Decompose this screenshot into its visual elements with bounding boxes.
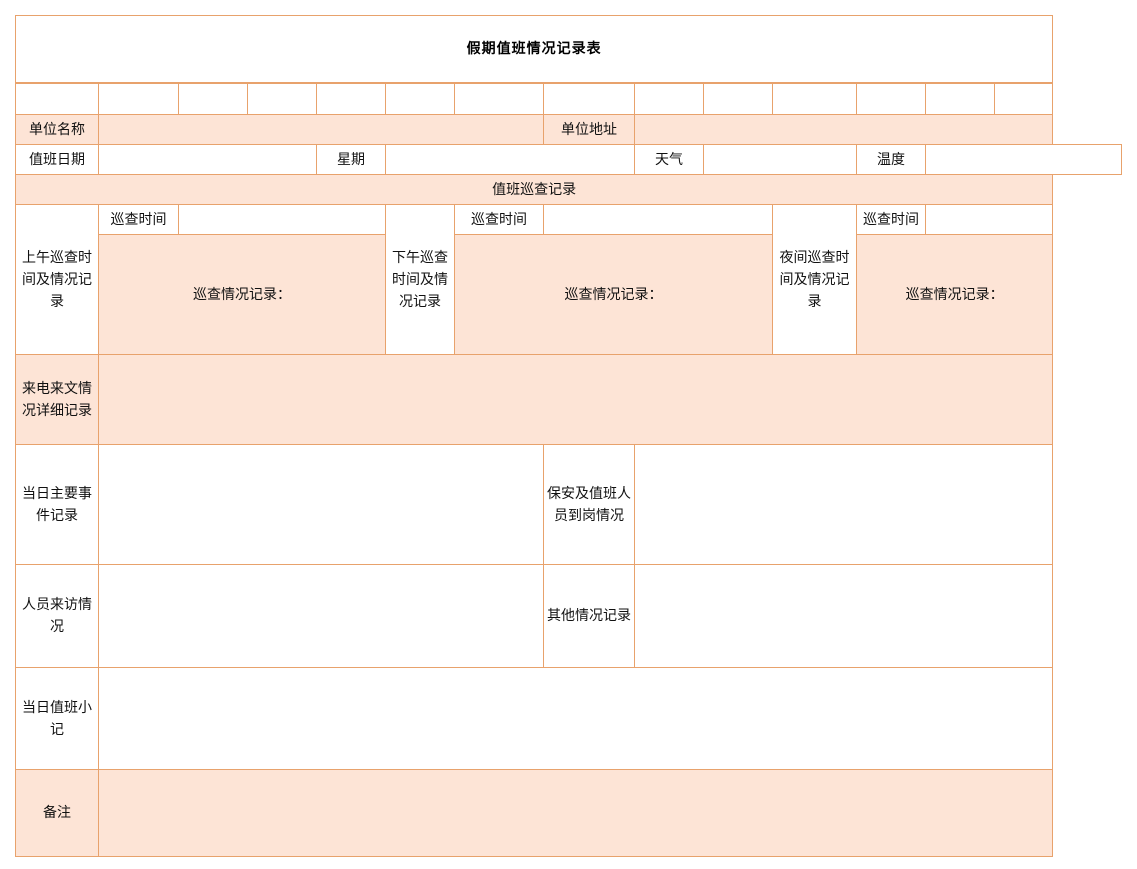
page-title: 假期值班情况记录表 xyxy=(14,15,1054,84)
weekday-field[interactable] xyxy=(385,144,635,175)
morning-patrol-time-field[interactable] xyxy=(178,204,386,235)
duty-date-label: 值班日期 xyxy=(15,144,99,175)
patrol-section-header: 值班巡查记录 xyxy=(14,174,1054,205)
empty-cell[interactable] xyxy=(178,82,248,115)
calls-docs-field[interactable] xyxy=(97,354,1054,445)
afternoon-patrol-time-label: 巡查时间 xyxy=(454,204,544,235)
temperature-field[interactable] xyxy=(925,144,1122,175)
empty-cell[interactable] xyxy=(454,82,544,115)
security-attendance-field[interactable] xyxy=(633,444,1054,565)
unit-address-field[interactable] xyxy=(633,114,1054,145)
night-patrol-time-label: 巡查时间 xyxy=(856,204,926,235)
empty-cell[interactable] xyxy=(993,82,1054,115)
other-situation-field[interactable] xyxy=(633,564,1054,668)
empty-cell[interactable] xyxy=(15,82,99,115)
afternoon-patrol-label: 下午巡查时间及情况记录 xyxy=(385,204,455,355)
duty-notes-label: 当日值班小记 xyxy=(15,667,99,770)
weekday-label: 星期 xyxy=(316,144,386,175)
visitors-label: 人员来访情况 xyxy=(15,564,99,668)
remarks-field[interactable] xyxy=(97,769,1054,857)
unit-name-label: 单位名称 xyxy=(15,114,99,145)
empty-cell[interactable] xyxy=(316,82,386,115)
empty-cell[interactable] xyxy=(634,82,704,115)
weather-label: 天气 xyxy=(634,144,704,175)
morning-patrol-time-label: 巡查时间 xyxy=(98,204,179,235)
empty-cell[interactable] xyxy=(856,82,926,115)
duty-date-field[interactable] xyxy=(98,144,317,175)
main-events-label: 当日主要事件记录 xyxy=(15,444,99,565)
empty-cell[interactable] xyxy=(98,82,179,115)
empty-cell[interactable] xyxy=(543,82,635,115)
form-table: 假期值班情况记录表 单位名称 单位地址 值班日期 星期 天气 温度 值班巡查记录… xyxy=(14,15,1122,857)
afternoon-patrol-notes[interactable]: 巡查情况记录： xyxy=(454,234,773,355)
visitors-field[interactable] xyxy=(98,564,544,668)
empty-cell[interactable] xyxy=(385,82,455,115)
calls-docs-label: 来电来文情况详细记录 xyxy=(15,354,99,445)
night-patrol-time-field[interactable] xyxy=(924,204,1054,235)
morning-patrol-notes[interactable]: 巡查情况记录： xyxy=(98,234,386,355)
temperature-label: 温度 xyxy=(856,144,926,175)
empty-cell[interactable] xyxy=(925,82,995,115)
main-events-field[interactable] xyxy=(98,444,544,565)
unit-address-label: 单位地址 xyxy=(543,114,635,145)
other-situation-label: 其他情况记录 xyxy=(543,564,635,668)
morning-patrol-label: 上午巡查时间及情况记录 xyxy=(15,204,99,355)
night-patrol-notes[interactable]: 巡查情况记录： xyxy=(855,234,1054,355)
duty-record-form: 假期值班情况记录表 单位名称 单位地址 值班日期 星期 天气 温度 值班巡查记录… xyxy=(14,15,1122,857)
empty-cell[interactable] xyxy=(772,82,857,115)
empty-cell[interactable] xyxy=(703,82,773,115)
remarks-label: 备注 xyxy=(15,769,99,857)
unit-name-field[interactable] xyxy=(98,114,544,145)
night-patrol-label: 夜间巡查时间及情况记录 xyxy=(772,204,857,355)
afternoon-patrol-time-field[interactable] xyxy=(543,204,773,235)
duty-notes-field[interactable] xyxy=(97,667,1054,770)
empty-cell[interactable] xyxy=(247,82,317,115)
weather-field[interactable] xyxy=(703,144,857,175)
security-attendance-label: 保安及值班人员到岗情况 xyxy=(543,444,635,565)
